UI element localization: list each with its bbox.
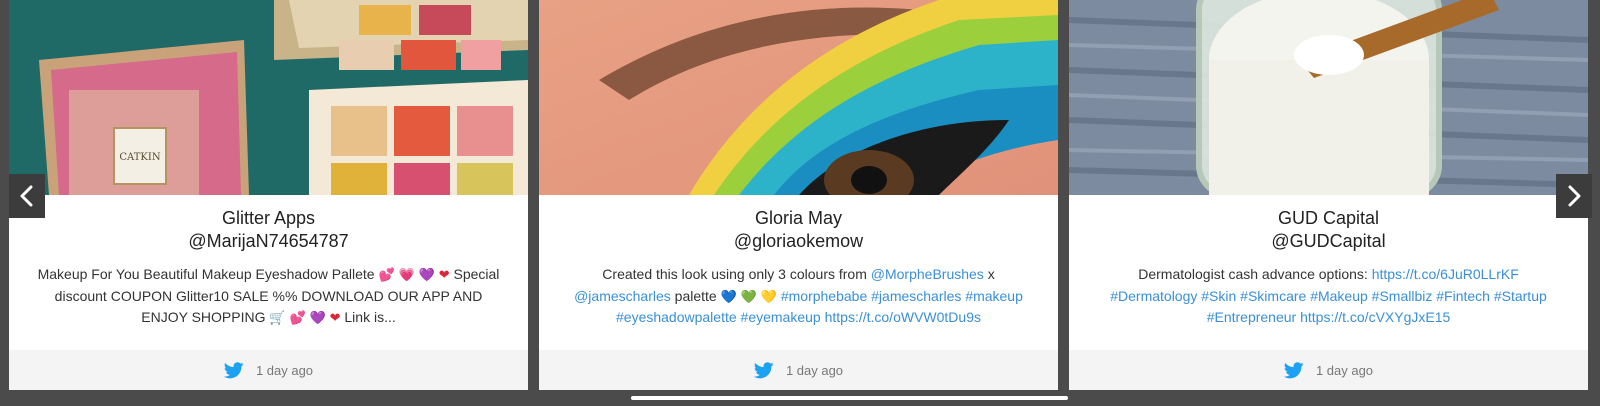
chevron-right-icon <box>1565 184 1583 208</box>
red-heart-icon: ❤ <box>329 310 341 325</box>
tweet-time: 1 day ago <box>255 362 314 378</box>
tweet-card[interactable]: GUD Capital @GUDCapital Dermatologist ca… <box>1069 0 1588 390</box>
tweet-time: 1 day ago <box>785 362 844 378</box>
tweet-text: Dermatologist cash advance options: http… <box>1093 264 1564 329</box>
makeup-palette-photo[interactable]: CATKIN <box>9 0 528 195</box>
chevron-left-icon <box>18 184 36 208</box>
tweet-text: Makeup For You Beautiful Makeup Eyeshado… <box>33 264 504 329</box>
tweet-text-part: Created this look using only 3 colours f… <box>602 266 871 282</box>
cream-jar-photo[interactable] <box>1069 0 1588 195</box>
author-handle[interactable]: @gloriaokemow <box>563 230 1034 252</box>
sparkling-heart-icon: 💗 <box>398 267 415 282</box>
tweet-content: Gloria May @gloriaokemow Created this lo… <box>539 195 1058 350</box>
tweet-card[interactable]: Gloria May @gloriaokemow Created this lo… <box>539 0 1058 390</box>
author-name[interactable]: GUD Capital <box>1093 207 1564 230</box>
tweet-carousel: CATKIN Glitter Apps @MarijaN74654787 Mak… <box>0 0 1600 406</box>
shopping-cart-icon: 🛒 <box>269 310 286 325</box>
tweet-text-part: Dermatologist cash advance options: <box>1138 266 1372 282</box>
red-heart-icon: ❤ <box>438 267 450 282</box>
tweet-content: GUD Capital @GUDCapital Dermatologist ca… <box>1069 195 1588 350</box>
yellow-heart-icon: 💛 <box>760 288 777 304</box>
tweet-footer: 1 day ago <box>1069 350 1588 390</box>
author-name[interactable]: Gloria May <box>563 207 1034 230</box>
tweet-text-part: x <box>983 266 995 282</box>
carousel-scrollbar-thumb[interactable] <box>631 396 1068 400</box>
tweet-footer: 1 day ago <box>539 350 1058 390</box>
tweet-text-part: palette <box>670 287 721 304</box>
tweet-text: Created this look using only 3 colours f… <box>563 264 1034 329</box>
tweet-card[interactable]: CATKIN Glitter Apps @MarijaN74654787 Mak… <box>9 0 528 390</box>
eye-makeup-photo[interactable] <box>539 0 1058 195</box>
carousel-prev-button[interactable] <box>9 174 45 218</box>
author-handle[interactable]: @GUDCapital <box>1093 230 1564 252</box>
twitter-icon[interactable] <box>223 361 244 379</box>
mention-link[interactable]: @jamescharles <box>574 288 671 304</box>
purple-heart-icon: 💜 <box>309 310 326 325</box>
tweet-text-part: Makeup For You Beautiful Makeup Eyeshado… <box>37 266 379 282</box>
green-heart-icon: 💚 <box>740 288 757 304</box>
twitter-icon[interactable] <box>753 361 774 379</box>
tweet-content: Glitter Apps @MarijaN74654787 Makeup For… <box>9 195 528 350</box>
mention-link[interactable]: @MorpheBrushes <box>871 266 984 282</box>
carousel-next-button[interactable] <box>1556 174 1592 218</box>
author-name[interactable]: Glitter Apps <box>33 207 504 230</box>
two-hearts-icon: 💕 <box>289 310 306 325</box>
purple-heart-icon: 💜 <box>418 267 435 282</box>
two-hearts-icon: 💕 <box>378 267 395 282</box>
tweet-text-part: Link is... <box>340 309 396 325</box>
tweet-footer: 1 day ago <box>9 350 528 390</box>
tweet-time: 1 day ago <box>1315 362 1374 378</box>
blue-heart-icon: 💙 <box>720 288 737 304</box>
svg-text:CATKIN: CATKIN <box>119 152 160 163</box>
author-handle[interactable]: @MarijaN74654787 <box>33 230 504 252</box>
twitter-icon[interactable] <box>1283 361 1304 379</box>
